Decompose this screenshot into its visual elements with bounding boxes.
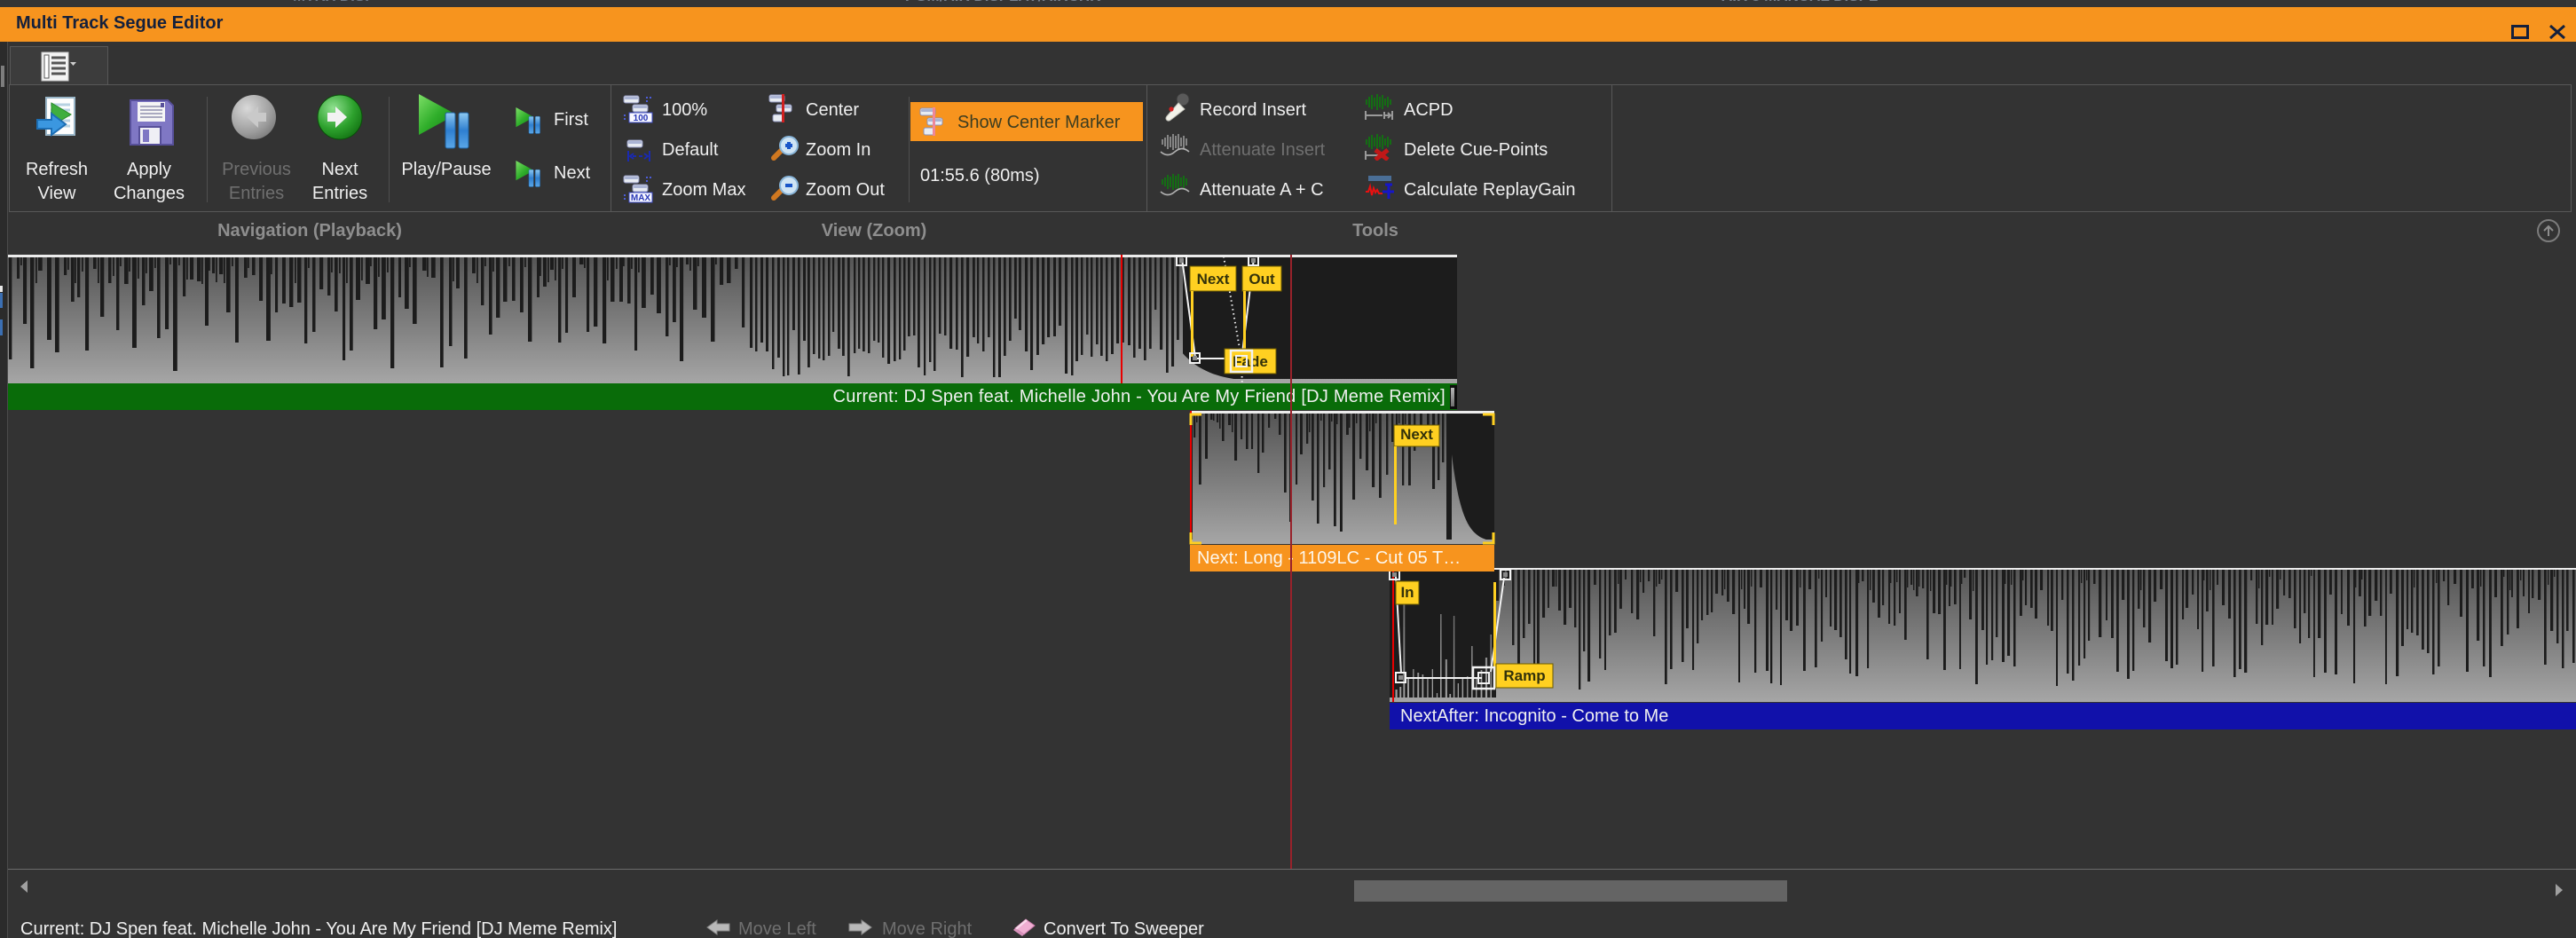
svg-text:Out: Out bbox=[1249, 271, 1275, 288]
svg-text:Ramp: Ramp bbox=[1503, 667, 1545, 684]
svg-text:Next: Next bbox=[1197, 271, 1230, 288]
svg-text:In: In bbox=[1400, 584, 1414, 601]
svg-text:Next: Next bbox=[1400, 426, 1433, 443]
